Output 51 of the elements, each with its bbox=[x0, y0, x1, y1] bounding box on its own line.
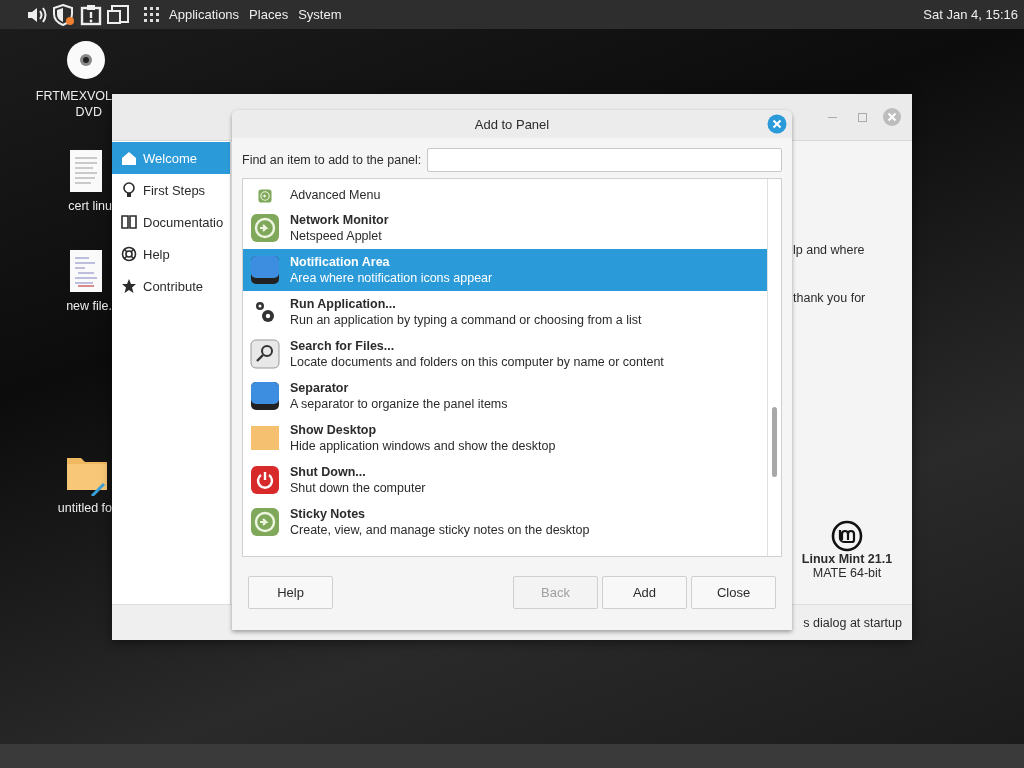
lifebuoy-icon bbox=[121, 246, 137, 262]
sidebar-item[interactable]: Documentatio bbox=[112, 206, 230, 238]
applet-icon bbox=[250, 213, 280, 243]
icon-label: DVD bbox=[75, 104, 102, 120]
clock[interactable]: Sat Jan 4, 15:16 bbox=[923, 7, 1018, 22]
dialog-title: Add to Panel bbox=[474, 116, 550, 132]
home-icon bbox=[121, 150, 137, 166]
list-item[interactable]: Run Application... Run an application by typing a command or choosing from a list bbox=[243, 291, 767, 333]
logo-icon bbox=[831, 520, 863, 552]
power-icon bbox=[250, 465, 280, 495]
list-item[interactable]: Network Monitor Netspeed Applet bbox=[243, 207, 767, 249]
list-item[interactable]: Search for Files... Locate documents and folders on this computer by name or content bbox=[243, 333, 767, 375]
list-item[interactable]: Separator A separator to organize the panel items bbox=[243, 375, 767, 417]
panel-menu[interactable]: Applications bbox=[169, 7, 240, 22]
desktop-icon bbox=[250, 423, 280, 453]
version-label: Linux Mint 21.1 bbox=[801, 552, 893, 566]
dialog-button[interactable]: Help bbox=[248, 576, 333, 609]
sidebar-item[interactable]: Help bbox=[112, 238, 230, 270]
search-label: Find an item to add to the panel: bbox=[242, 153, 422, 167]
list-item[interactable]: Sticky Notes Create, view, and manage sticky notes on the desktop bbox=[243, 501, 767, 543]
applet-icon bbox=[250, 507, 280, 537]
list-item[interactable]: Shut Down... Shut down the computer bbox=[243, 459, 767, 501]
icon-label: FRTMEXVOL bbox=[35, 88, 112, 104]
star-icon bbox=[121, 278, 137, 294]
dialog-button[interactable]: Close bbox=[691, 576, 776, 609]
close-icon[interactable] bbox=[767, 114, 787, 134]
icon-label: cert linu bbox=[68, 198, 112, 214]
panel-menu[interactable]: System bbox=[298, 7, 342, 22]
sidebar-item[interactable]: First Steps bbox=[112, 174, 230, 206]
icon-label: untitled fo bbox=[57, 500, 112, 516]
apps-grid-icon[interactable] bbox=[144, 7, 159, 22]
startup-label: s dialog at startup bbox=[803, 615, 902, 630]
lightbulb-icon bbox=[121, 182, 137, 198]
sidebar-item[interactable]: Contribute bbox=[112, 270, 230, 302]
body-text: thank you for bbox=[793, 291, 867, 305]
icon-label: new file. bbox=[66, 298, 112, 314]
book-icon bbox=[121, 214, 137, 230]
search-field[interactable] bbox=[427, 148, 782, 172]
panel-menu[interactable]: Places bbox=[249, 7, 289, 22]
list-item[interactable]: Show Desktop Hide application windows and show the desktop bbox=[243, 417, 767, 459]
clipboard-alert-icon[interactable] bbox=[80, 3, 102, 26]
search-icon bbox=[250, 339, 280, 369]
scrollbar-thumb[interactable] bbox=[772, 407, 777, 477]
panel-icon bbox=[250, 255, 280, 285]
dialog-button[interactable]: Add bbox=[602, 576, 687, 609]
edition-label: MATE 64-bit bbox=[812, 566, 882, 580]
body-text: lp and where bbox=[793, 243, 866, 257]
list-item[interactable]: Advanced Menu bbox=[243, 179, 767, 207]
shield-icon[interactable] bbox=[52, 3, 76, 26]
window-icon[interactable] bbox=[106, 3, 130, 26]
panel-icon bbox=[250, 381, 280, 411]
